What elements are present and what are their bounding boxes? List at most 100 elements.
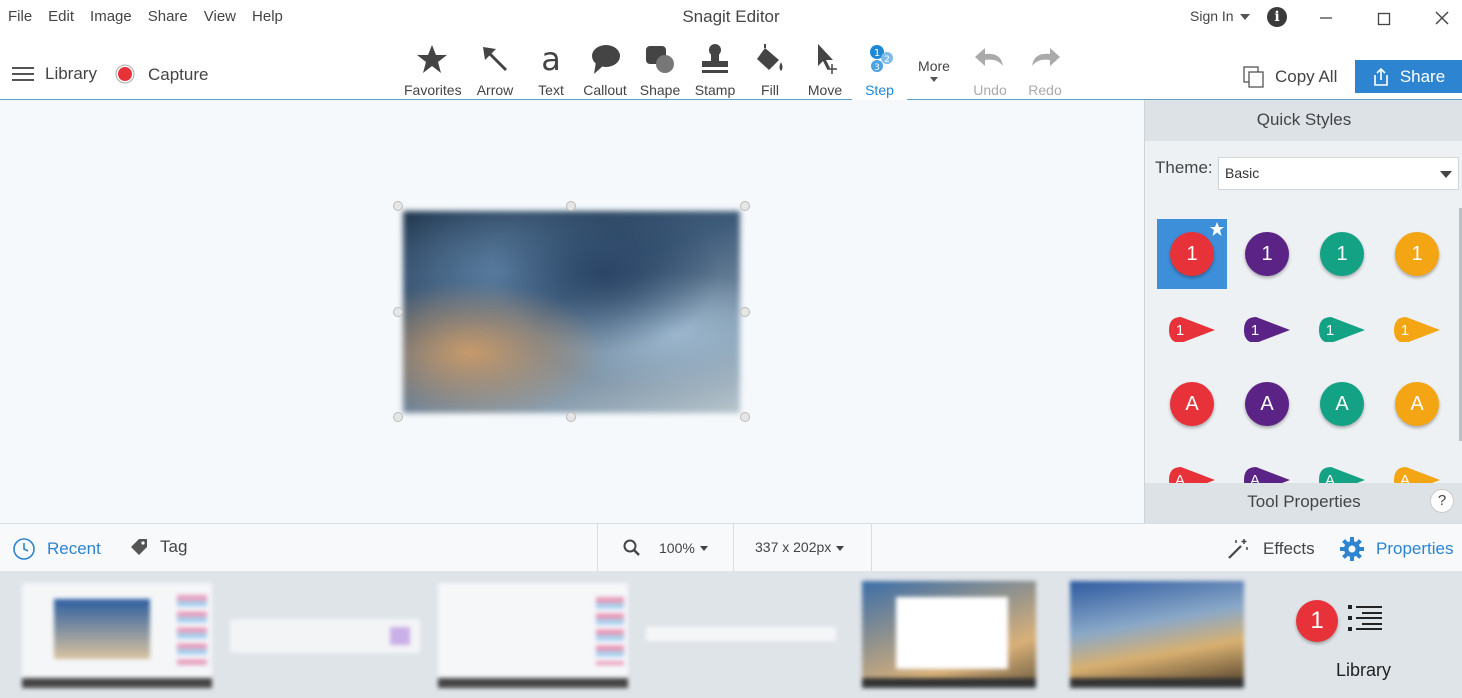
tool-shape[interactable]: Shape <box>632 38 688 100</box>
resize-handle[interactable] <box>566 412 576 422</box>
redo-button[interactable]: Redo <box>1017 38 1073 100</box>
quick-style-swatch[interactable]: A <box>1232 369 1302 439</box>
tool-text[interactable]: a Text <box>523 38 579 100</box>
resize-handle[interactable] <box>740 412 750 422</box>
info-icon[interactable]: i <box>1267 7 1287 27</box>
help-button[interactable]: ? <box>1430 489 1454 513</box>
step-pin-icon: A <box>1394 467 1440 483</box>
copy-icon <box>1243 66 1264 88</box>
step-circle-icon: 1 <box>1245 232 1289 276</box>
image-size-control[interactable]: 337 x 202px <box>755 539 845 555</box>
svg-text:A: A <box>1175 472 1185 483</box>
zoom-value: 100% <box>659 540 695 556</box>
tool-move-label: Move <box>807 82 843 98</box>
thumbnail[interactable] <box>1070 581 1244 688</box>
svg-text:1: 1 <box>873 48 879 59</box>
close-icon <box>1435 11 1449 25</box>
quick-style-swatch[interactable]: A <box>1307 444 1377 483</box>
minimize-button[interactable] <box>1311 4 1341 32</box>
tool-shape-label: Shape <box>639 82 681 98</box>
close-button[interactable] <box>1427 4 1457 32</box>
more-tools-button[interactable]: More <box>913 58 955 82</box>
share-button[interactable]: Share <box>1355 60 1462 93</box>
redo-label: Redo <box>1028 82 1062 98</box>
svg-text:1: 1 <box>1326 322 1334 339</box>
divider <box>733 524 734 572</box>
quick-style-swatch[interactable]: 1 <box>1157 294 1227 364</box>
tool-fill-label: Fill <box>761 82 779 98</box>
tool-step-label: Step <box>865 82 894 98</box>
chevron-down-icon <box>836 545 845 551</box>
thumbnail[interactable] <box>22 583 212 688</box>
maximize-button[interactable] <box>1369 4 1399 32</box>
quick-style-swatch[interactable]: 1 <box>1157 219 1227 289</box>
quick-style-swatch[interactable]: 1 <box>1382 294 1452 364</box>
quick-style-swatch[interactable]: A <box>1307 369 1377 439</box>
thumbnail[interactable] <box>230 619 420 653</box>
quick-style-swatch[interactable]: A <box>1382 369 1452 439</box>
tool-text-label: Text <box>538 82 564 98</box>
share-icon <box>1374 67 1388 86</box>
thumbnail[interactable] <box>862 581 1036 688</box>
quick-style-swatch[interactable]: 1 <box>1307 294 1377 364</box>
record-icon <box>115 64 135 84</box>
thumbnail[interactable] <box>646 627 836 641</box>
tool-properties-title: Tool Properties <box>1145 483 1462 523</box>
minimize-icon <box>1320 17 1332 19</box>
svg-text:A: A <box>1400 472 1410 483</box>
svg-text:1: 1 <box>1401 322 1409 339</box>
svg-text:A: A <box>1325 472 1335 483</box>
resize-handle[interactable] <box>393 307 403 317</box>
step-pin-icon: 1 <box>1394 317 1440 342</box>
copy-all-button[interactable]: Copy All <box>1243 66 1337 88</box>
sign-in-button[interactable]: Sign In <box>1190 8 1250 24</box>
tool-stamp[interactable]: Stamp <box>687 38 743 100</box>
canvas-image[interactable] <box>403 211 740 413</box>
capture-button[interactable]: Capture <box>115 64 208 86</box>
effects-button[interactable]: Effects <box>1226 537 1315 561</box>
resize-handle[interactable] <box>393 412 403 422</box>
recent-label: Recent <box>47 539 101 558</box>
quick-style-swatch[interactable]: 1 <box>1307 219 1377 289</box>
properties-button[interactable]: Properties <box>1340 537 1453 561</box>
tool-callout[interactable]: Callout <box>577 38 633 100</box>
quick-style-swatch[interactable]: 1 <box>1232 294 1302 364</box>
step-circle-icon: 1 <box>1320 232 1364 276</box>
svg-text:a: a <box>541 42 561 76</box>
theme-dropdown[interactable]: Basic <box>1218 157 1459 190</box>
quick-style-swatch[interactable]: 1 <box>1232 219 1302 289</box>
divider <box>871 524 872 572</box>
tool-stamp-label: Stamp <box>694 82 736 98</box>
toolbar: Library Capture Favorites Arrow a Text C… <box>0 34 1462 100</box>
undo-button[interactable]: Undo <box>962 38 1018 100</box>
quick-style-swatch[interactable]: A <box>1232 444 1302 483</box>
image-size-value: 337 x 202px <box>755 539 832 555</box>
tool-step[interactable]: 1 2 3 Step <box>852 38 907 100</box>
svg-text:3: 3 <box>874 63 880 73</box>
resize-handle[interactable] <box>393 201 403 211</box>
svg-text:1: 1 <box>1251 322 1259 339</box>
zoom-control[interactable]: 100% <box>622 538 708 558</box>
resize-handle[interactable] <box>740 201 750 211</box>
chevron-down-icon <box>699 545 708 551</box>
quick-style-swatch[interactable]: A <box>1157 369 1227 439</box>
move-icon <box>818 44 837 74</box>
copy-all-label: Copy All <box>1275 67 1338 86</box>
resize-handle[interactable] <box>566 201 576 211</box>
recent-button[interactable]: Recent <box>12 537 101 561</box>
quick-style-swatch[interactable]: A <box>1382 444 1452 483</box>
tool-arrow[interactable]: Arrow <box>467 38 523 100</box>
tool-fill[interactable]: Fill <box>742 38 798 100</box>
quick-style-swatch[interactable]: A <box>1157 444 1227 483</box>
thumbnail[interactable] <box>438 583 628 688</box>
step-pin-icon: A <box>1244 467 1290 483</box>
tool-move[interactable]: Move <box>797 38 853 100</box>
quick-style-swatch[interactable]: 1 <box>1382 219 1452 289</box>
tray-library-label: Library <box>1336 660 1392 680</box>
resize-handle[interactable] <box>740 307 750 317</box>
library-label: Library <box>45 64 97 83</box>
tool-favorites[interactable]: Favorites <box>404 38 462 100</box>
step-pin-icon: 1 <box>1319 317 1365 342</box>
tag-button[interactable]: Tag <box>130 537 187 557</box>
library-button[interactable]: Library <box>12 64 97 84</box>
